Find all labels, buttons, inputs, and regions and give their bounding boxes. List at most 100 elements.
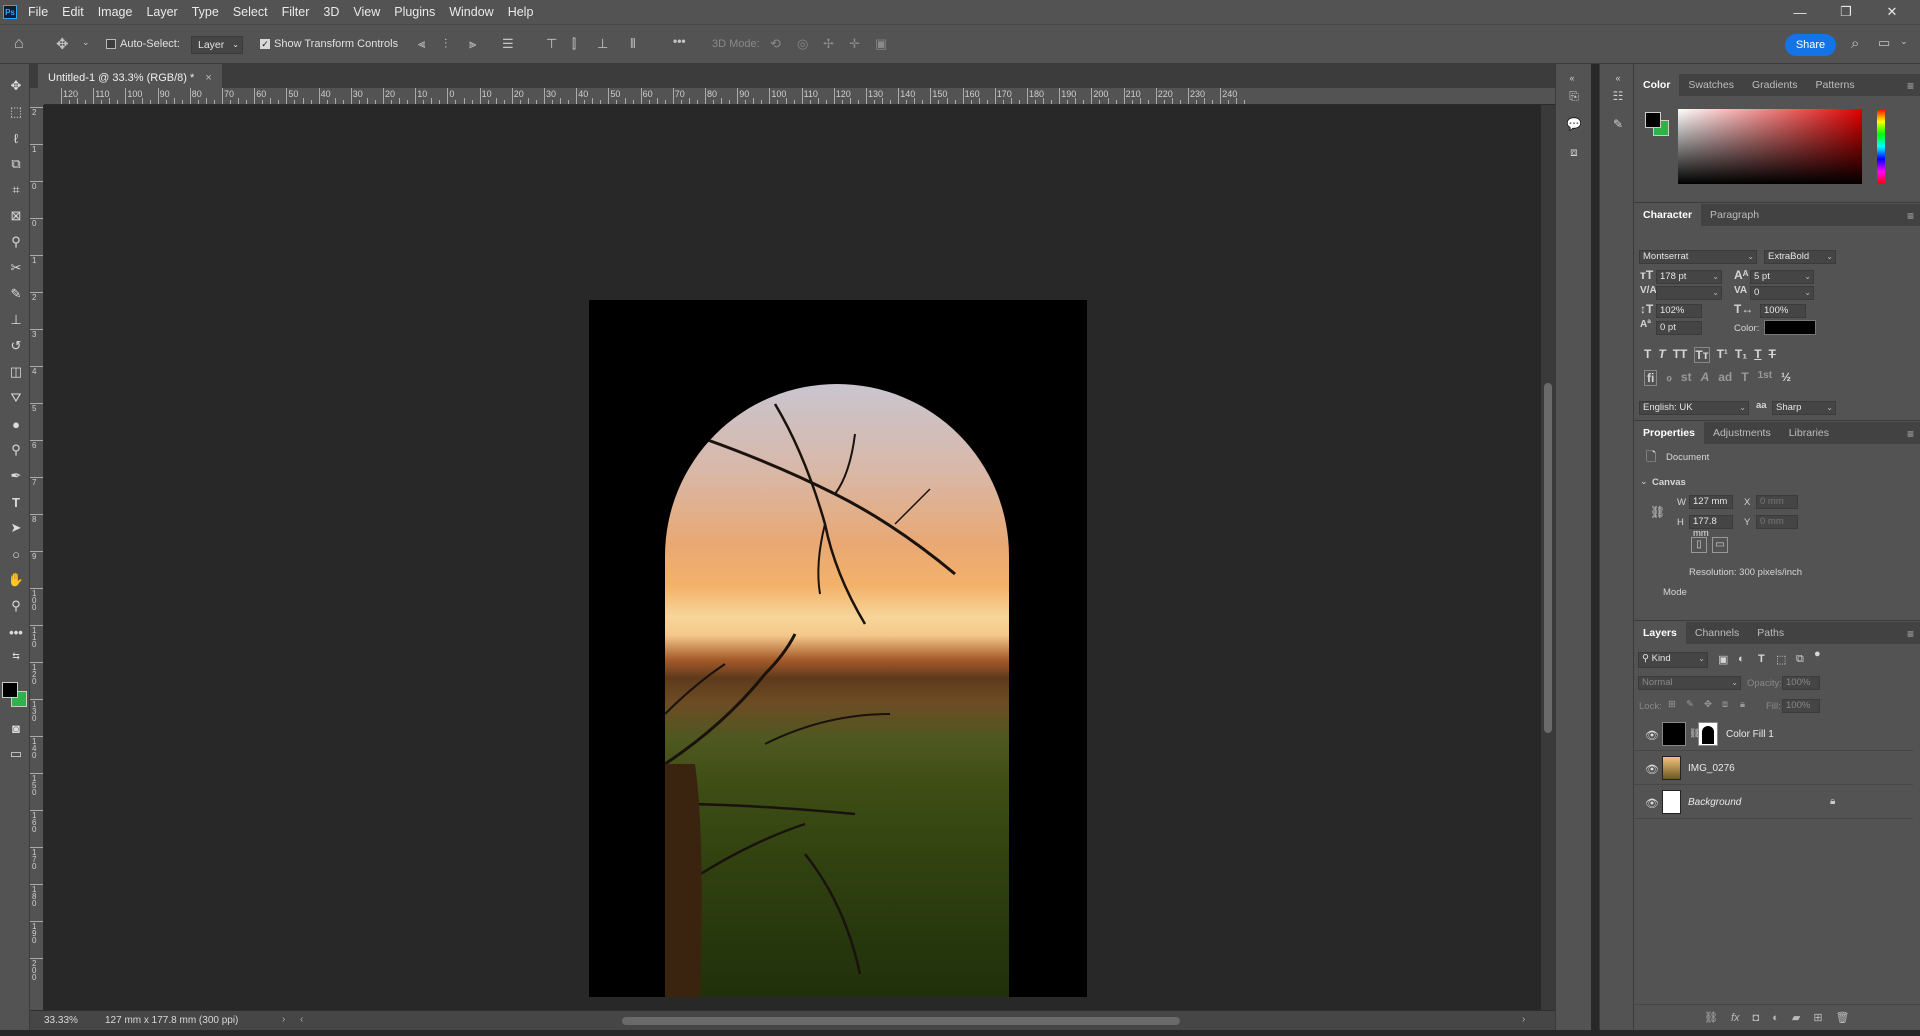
stylistic-button[interactable]: A bbox=[1701, 370, 1710, 386]
document-canvas[interactable] bbox=[589, 300, 1087, 997]
character-panel-menu-icon[interactable]: ≡ bbox=[1907, 209, 1914, 223]
properties-panel-menu-icon[interactable]: ≡ bbox=[1907, 427, 1914, 441]
object-select-tool-icon[interactable]: ⧉ bbox=[6, 154, 26, 174]
tab-character[interactable]: Character bbox=[1634, 204, 1702, 226]
properties-panel-icon[interactable]: ☷ bbox=[1608, 86, 1628, 106]
vertical-scroll-thumb[interactable] bbox=[1544, 383, 1552, 733]
layer-row-background[interactable]: 👁︎ Background 🔒︎ bbox=[1634, 786, 1913, 819]
font-family-dropdown[interactable]: Montserrat ⌄ bbox=[1639, 250, 1757, 264]
align-right-icon[interactable]: ⫸ bbox=[469, 36, 476, 52]
lock-artboard-icon[interactable]: ⧈ bbox=[1722, 699, 1728, 710]
new-layer-icon[interactable]: ⊞ bbox=[1813, 1011, 1822, 1024]
subscript-button[interactable]: T₁ bbox=[1735, 347, 1747, 363]
ruler-origin[interactable] bbox=[30, 88, 44, 105]
language-dropdown[interactable]: English: UK ⌄ bbox=[1639, 401, 1749, 415]
ordinals-button[interactable]: 1st bbox=[1758, 370, 1772, 386]
hue-slider[interactable] bbox=[1877, 109, 1885, 184]
vertical-scale-field[interactable]: 102% bbox=[1656, 304, 1702, 318]
swash-button[interactable]: st bbox=[1681, 370, 1692, 386]
small-caps-button[interactable]: Tт bbox=[1694, 347, 1710, 363]
filter-smart-object-icon[interactable]: ⧉ bbox=[1796, 653, 1804, 666]
align-middle-icon[interactable]: ⫿ bbox=[572, 36, 576, 52]
screen-mode-icon[interactable]: ▭ bbox=[6, 744, 26, 764]
eraser-tool-icon[interactable]: ◫ bbox=[6, 362, 26, 382]
color-foreground-swatch[interactable] bbox=[1645, 112, 1661, 128]
distribute-vertical-icon[interactable]: ⦀ bbox=[630, 36, 636, 52]
more-options-icon[interactable]: ••• bbox=[673, 34, 686, 48]
comments-panel-icon[interactable]: 💬 bbox=[1564, 114, 1584, 134]
align-bottom-icon[interactable]: ⊥ bbox=[597, 36, 608, 52]
group-icon[interactable]: ▰ bbox=[1792, 1011, 1800, 1024]
tab-color[interactable]: Color bbox=[1634, 74, 1680, 96]
link-icon[interactable]: ⛓ bbox=[1704, 1011, 1718, 1024]
path-selection-icon[interactable]: ➤ bbox=[6, 518, 26, 538]
menu-image[interactable]: Image bbox=[91, 0, 140, 24]
collapse-icon-2[interactable]: « bbox=[1608, 68, 1628, 88]
align-top-icon[interactable]: ⊤ bbox=[546, 36, 557, 52]
filter-adjustment-icon[interactable]: ◐ bbox=[1738, 653, 1745, 665]
collapse-icon[interactable]: « bbox=[1562, 68, 1582, 88]
filter-pixel-icon[interactable]: ▣ bbox=[1718, 653, 1728, 666]
menu-type[interactable]: Type bbox=[185, 0, 226, 24]
history-brush-icon[interactable]: ↺ bbox=[6, 336, 26, 356]
landscape-orientation-icon[interactable]: ▭ bbox=[1712, 537, 1728, 553]
menu-plugins[interactable]: Plugins bbox=[387, 0, 442, 24]
type-tool-icon[interactable]: T bbox=[6, 492, 26, 512]
menu-help[interactable]: Help bbox=[501, 0, 541, 24]
auto-select-target-dropdown[interactable]: Layer ⌄ bbox=[191, 36, 243, 54]
tab-paths[interactable]: Paths bbox=[1748, 622, 1793, 644]
filter-shape-icon[interactable]: ⬚ bbox=[1776, 653, 1786, 666]
move-tool-icon[interactable]: ✥ bbox=[6, 76, 26, 96]
trash-icon[interactable]: 🗑︎ bbox=[1836, 1011, 1850, 1024]
tab-layers[interactable]: Layers bbox=[1634, 622, 1686, 644]
plugins-panel-icon[interactable]: ⧈ bbox=[1564, 142, 1584, 162]
link-dimensions-icon[interactable]: ⛓ bbox=[1650, 505, 1665, 519]
tab-properties[interactable]: Properties bbox=[1634, 422, 1704, 444]
brush-tool-icon[interactable]: ✎ bbox=[6, 284, 26, 304]
text-color-swatch[interactable] bbox=[1764, 320, 1816, 335]
tab-gradients[interactable]: Gradients bbox=[1743, 74, 1807, 96]
home-icon[interactable]: ⌂ bbox=[14, 35, 24, 53]
leading-field[interactable]: 5 pt ⌄ bbox=[1750, 270, 1814, 284]
superscript-button[interactable]: T¹ bbox=[1717, 347, 1728, 363]
mask-icon[interactable]: ◘ bbox=[1753, 1012, 1760, 1024]
visibility-eye-icon[interactable]: 👁︎ bbox=[1645, 763, 1659, 776]
blur-tool-icon[interactable]: ● bbox=[6, 414, 26, 434]
menu-3d[interactable]: 3D bbox=[316, 0, 346, 24]
align-left-icon[interactable]: ⫷ bbox=[418, 36, 425, 52]
paint-bucket-icon[interactable]: ⛛ bbox=[6, 388, 26, 408]
titling-button[interactable]: ad bbox=[1718, 370, 1732, 386]
contextual-button[interactable]: T bbox=[1741, 370, 1748, 386]
menu-filter[interactable]: Filter bbox=[275, 0, 317, 24]
portrait-orientation-icon[interactable]: ▯ bbox=[1691, 537, 1707, 553]
brush-settings-icon[interactable]: ✎ bbox=[1608, 114, 1628, 134]
tab-patterns[interactable]: Patterns bbox=[1806, 74, 1863, 96]
close-tab-icon[interactable]: × bbox=[205, 72, 211, 84]
lock-transparent-icon[interactable]: ⊞ bbox=[1668, 699, 1676, 710]
fill-field[interactable]: 100% bbox=[1782, 699, 1820, 713]
layer-filter-dropdown[interactable]: ⚲ Kind ⌄ bbox=[1638, 652, 1708, 668]
color-panel-menu-icon[interactable]: ≡ bbox=[1907, 79, 1914, 93]
ellipse-tool-icon[interactable]: ○ bbox=[6, 544, 26, 564]
tracking-field[interactable]: 0 ⌄ bbox=[1750, 286, 1814, 300]
underline-button[interactable]: T bbox=[1754, 347, 1761, 363]
canvas-x-field[interactable]: 0 mm bbox=[1756, 495, 1798, 509]
tab-adjustments[interactable]: Adjustments bbox=[1704, 422, 1780, 444]
all-caps-button[interactable]: TT bbox=[1673, 347, 1688, 363]
workspace-icon[interactable]: ▭ bbox=[1878, 35, 1890, 51]
foreground-color-swatch[interactable] bbox=[2, 682, 18, 698]
lock-position-icon[interactable]: ✥ bbox=[1704, 699, 1712, 710]
move-tool-icon[interactable]: ✥ bbox=[56, 35, 69, 53]
swap-colors-icon[interactable]: ⇆ bbox=[6, 646, 26, 666]
visibility-eye-icon[interactable]: 👁︎ bbox=[1645, 729, 1659, 742]
edit-toolbar-icon[interactable]: ••• bbox=[6, 622, 26, 642]
layers-panel-menu-icon[interactable]: ≡ bbox=[1907, 627, 1914, 641]
dodge-tool-icon[interactable]: ⚲ bbox=[6, 440, 26, 460]
horizontal-ruler[interactable]: 120 110 100 90 80 70 60 50 40 30 20 10 0 10 20 30 40 50 60… bbox=[44, 88, 1555, 105]
horizontal-scroll-thumb[interactable] bbox=[622, 1017, 1180, 1025]
crop-tool-icon[interactable]: ⌗ bbox=[6, 180, 26, 200]
vertical-ruler[interactable]: 2 1 0 0 1 2 3 4 5 6 7 8 9 100 110 120 130 140 150 160 170 180… bbox=[30, 105, 44, 1017]
minimize-icon[interactable]: — bbox=[1777, 0, 1823, 24]
healing-brush-icon[interactable]: ✂ bbox=[6, 258, 26, 278]
hand-tool-icon[interactable]: ✋ bbox=[6, 570, 26, 590]
